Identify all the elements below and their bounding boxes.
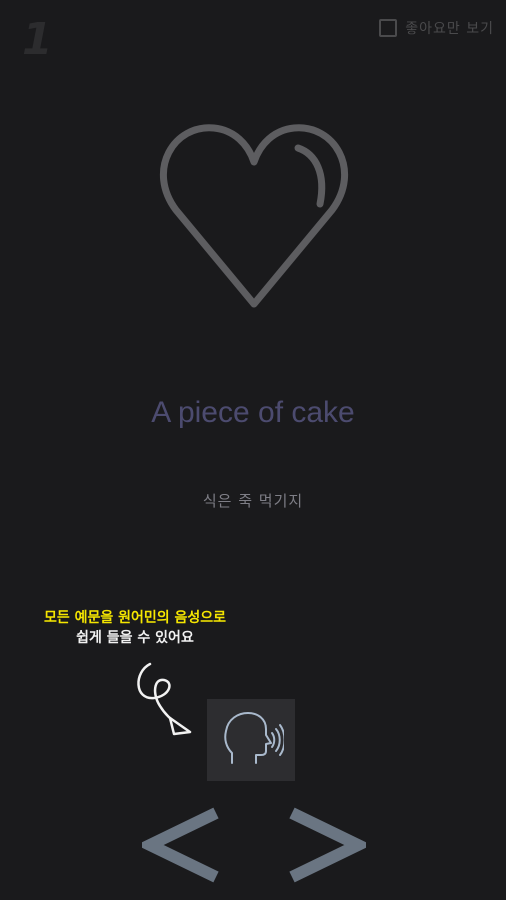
heart-icon[interactable] xyxy=(156,118,352,314)
audio-tip: 모든 예문을 원어민의 음성으로 쉽게 들을 수 있어요 xyxy=(0,608,270,648)
english-phrase: A piece of cake xyxy=(151,396,355,429)
favorites-only-checkbox[interactable] xyxy=(379,19,398,37)
korean-translation: 식은 죽 먹기지 xyxy=(202,492,304,510)
favorites-only-toggle[interactable]: 좋아요만 보기 xyxy=(379,18,494,38)
page-number: 1 xyxy=(22,14,53,65)
favorites-only-label: 좋아요만 보기 xyxy=(405,21,494,37)
speaking-head-icon xyxy=(224,712,284,764)
audio-tip-line1: 모든 예문을 원어민의 음성으로 xyxy=(43,610,227,626)
chevron-left-icon xyxy=(136,807,219,883)
previous-button[interactable] xyxy=(136,805,222,885)
speak-button[interactable] xyxy=(207,699,295,781)
chevron-right-icon xyxy=(289,807,372,883)
pointer-arrow-icon xyxy=(130,660,200,740)
next-button[interactable] xyxy=(286,805,372,885)
audio-tip-line2: 쉽게 들을 수 있어요 xyxy=(76,630,194,646)
